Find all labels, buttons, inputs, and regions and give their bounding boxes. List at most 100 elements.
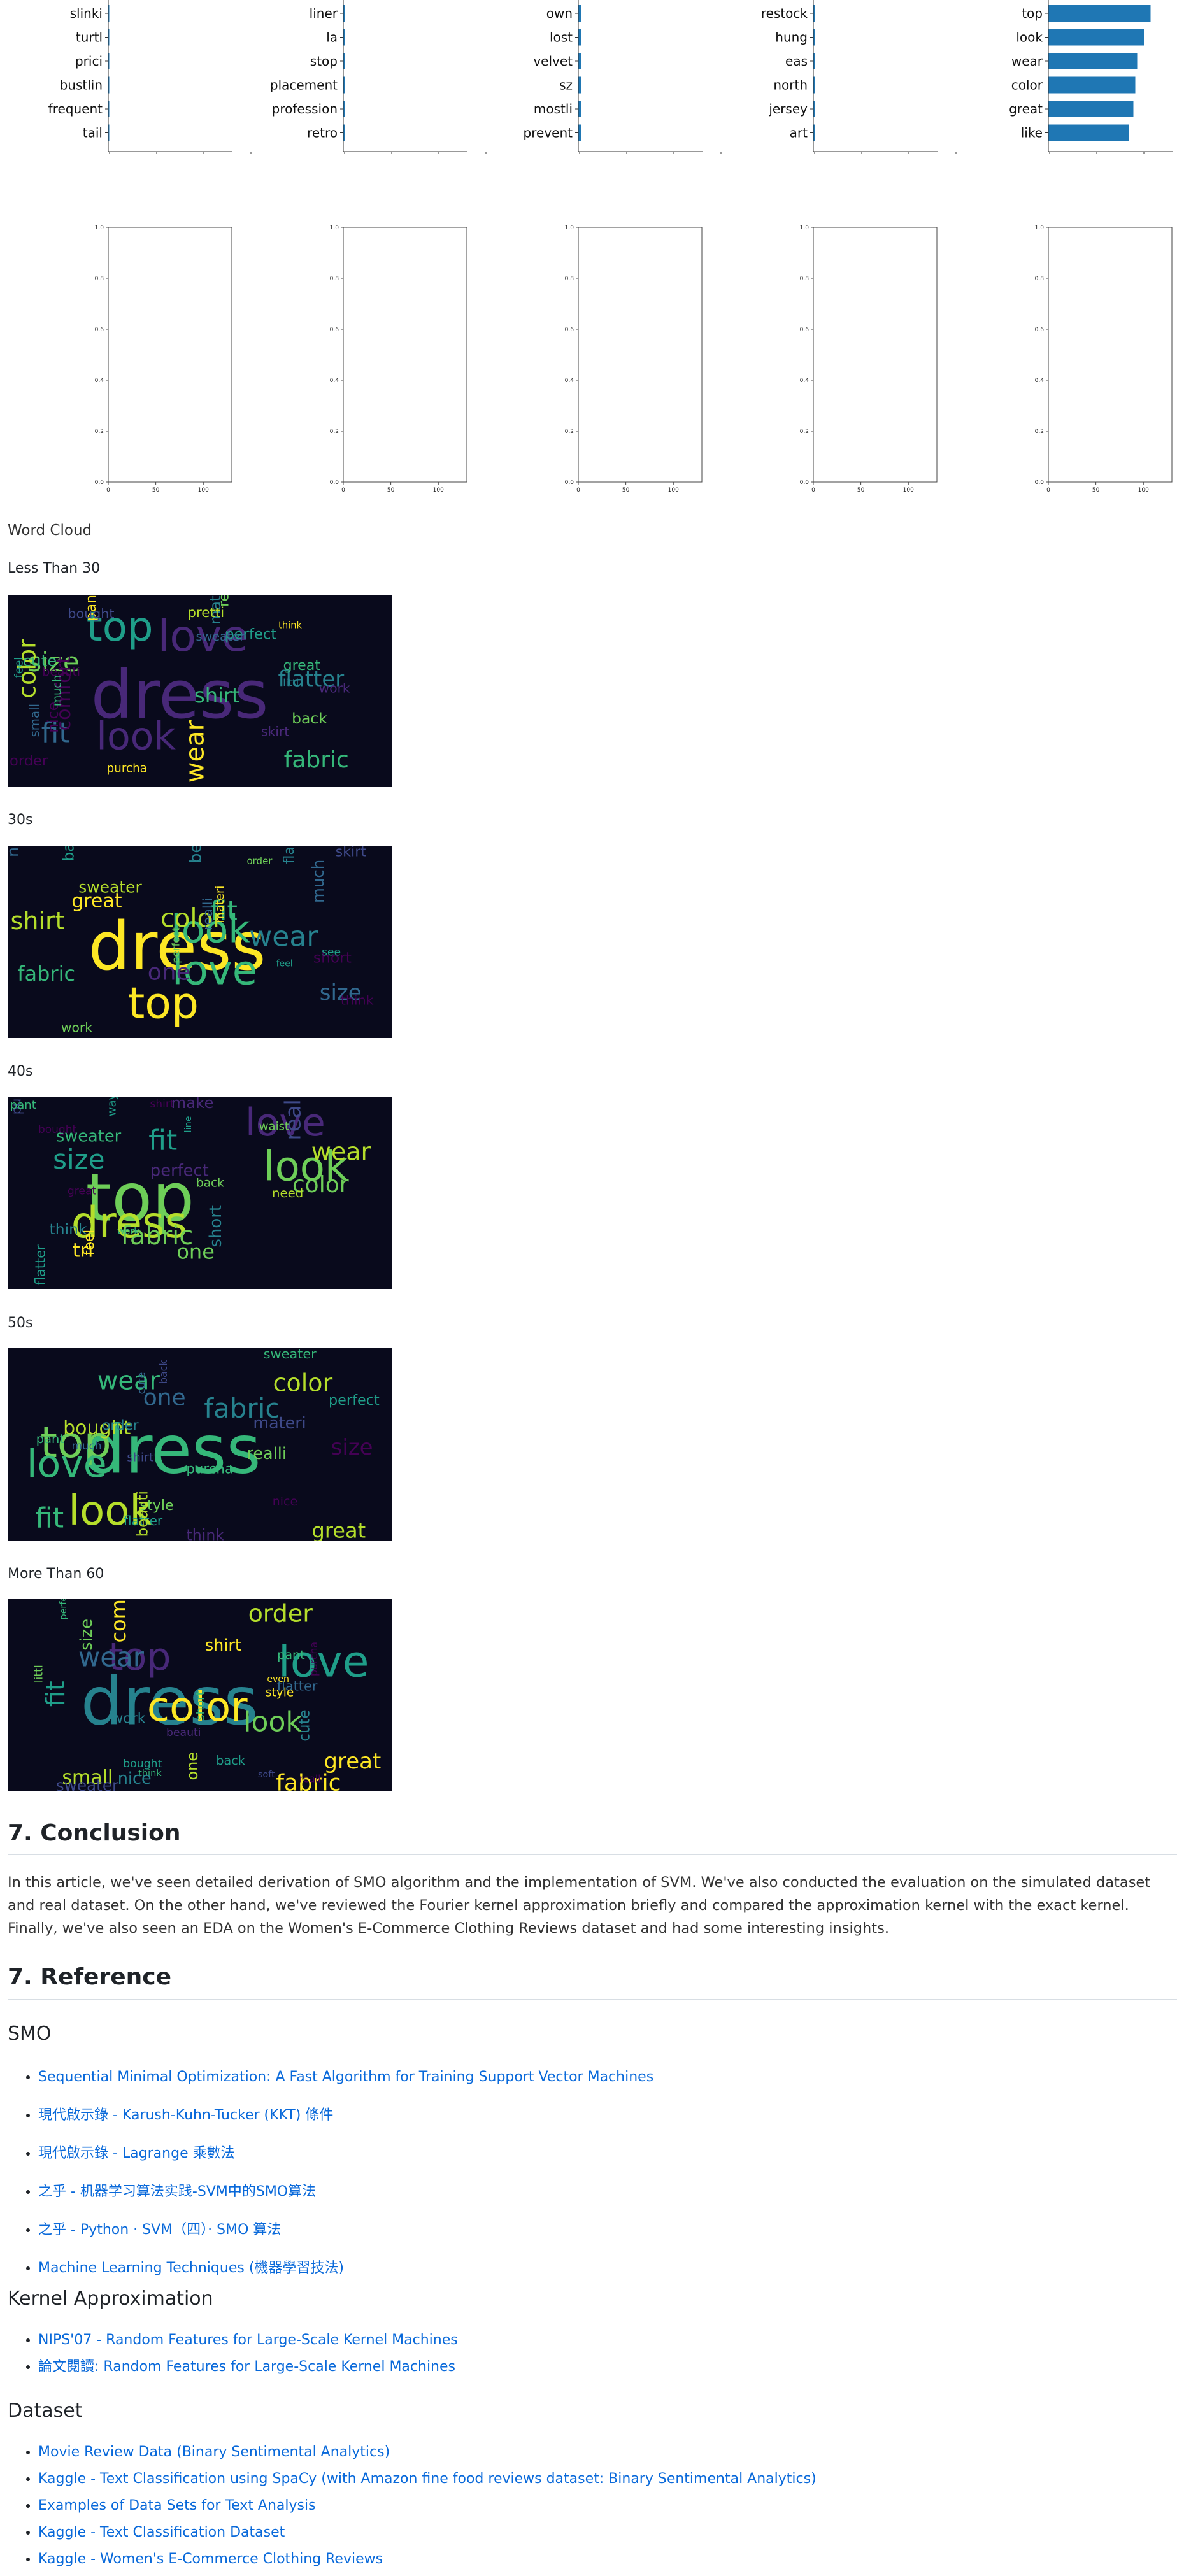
tick-label: tail bbox=[83, 125, 103, 141]
tick-label: 50 bbox=[622, 487, 630, 494]
reference-link[interactable]: Kaggle - Text Classification Dataset bbox=[38, 2524, 285, 2540]
tick-label: eas bbox=[785, 53, 808, 69]
word-cloud-word: make bbox=[171, 1097, 214, 1112]
tick-label: 0.0 bbox=[1035, 480, 1045, 486]
reference-group-title-dataset: Dataset bbox=[8, 2400, 83, 2422]
word-cloud-40s: top dress look love fit size fabric wear color re… bbox=[8, 1097, 392, 1289]
list-item: 論文閱讀: Random Features for Large-Scale Ke… bbox=[38, 2354, 458, 2380]
tick-label: 0.8 bbox=[800, 276, 810, 282]
tick-label: 100 bbox=[903, 487, 914, 494]
reference-link[interactable]: 論文閱讀: Random Features for Large-Scale Ke… bbox=[38, 2359, 455, 2375]
word-cloud-word: feel bbox=[82, 1230, 97, 1256]
word-cloud-word: think bbox=[341, 993, 374, 1008]
reference-link[interactable]: Machine Learning Techniques (機器學習技法) bbox=[38, 2260, 344, 2276]
word-cloud-word: much bbox=[309, 860, 327, 903]
reference-link[interactable]: 現代啟示錄 - Karush-Kuhn-Tucker (KKT) 條件 bbox=[38, 2107, 333, 2123]
word-cloud-word: comfort bbox=[106, 1599, 131, 1643]
conclusion-text: In this article, we've seen detailed der… bbox=[8, 1874, 1151, 1937]
list-item: Machine Learning Techniques (機器學習技法) bbox=[38, 2249, 653, 2288]
word-cloud-word: perfect bbox=[59, 1599, 69, 1620]
word-cloud-50s: dress top look love fit fabric wear color one siz… bbox=[8, 1348, 392, 1541]
tick-label: 0.2 bbox=[95, 429, 104, 435]
word-cloud-word: fabric bbox=[284, 747, 349, 773]
bar-chart-5: top look wear color great like bbox=[940, 0, 1173, 156]
tick-label: la bbox=[326, 30, 338, 45]
tick-label: 0.0 bbox=[330, 480, 339, 486]
tick-label: own bbox=[546, 6, 573, 21]
word-cloud-word: order bbox=[10, 753, 48, 769]
reference-link[interactable]: Examples of Data Sets for Text Analysis bbox=[38, 2498, 316, 2514]
tick-label: 0.2 bbox=[330, 429, 339, 435]
word-cloud-word: soft bbox=[258, 1769, 275, 1780]
bar-chart-4: restock hung eas north jersey art bbox=[705, 0, 957, 156]
tick-label: 0.4 bbox=[565, 378, 574, 384]
word-cloud-word: sweater bbox=[196, 629, 245, 644]
word-cloud-word: fit bbox=[35, 1502, 64, 1535]
tick-label: sz bbox=[559, 78, 573, 93]
reference-link[interactable]: 之乎 - Python · SVM（四）· SMO 算法 bbox=[38, 2222, 281, 2238]
tick-label: bustlin bbox=[60, 78, 103, 93]
list-item: Kaggle - Text Classification using SpaCy… bbox=[38, 2466, 817, 2493]
list-item: NIPS'07 - Random Features for Large-Scal… bbox=[38, 2327, 458, 2354]
word-cloud-word: think bbox=[278, 620, 302, 631]
tick-label: 0.8 bbox=[95, 276, 104, 282]
word-cloud-over-60: dress love color top look wear fit order fabric g… bbox=[8, 1599, 392, 1791]
bar bbox=[1048, 53, 1138, 69]
word-cloud-word: perfect bbox=[170, 927, 182, 963]
reference-link[interactable]: Movie Review Data (Binary Sentimental An… bbox=[38, 2444, 390, 2460]
bar bbox=[578, 124, 581, 141]
word-cloud-word: pant bbox=[10, 1099, 36, 1112]
list-item: Sequential Minimal Optimization: A Fast … bbox=[38, 2058, 653, 2096]
word-cloud-word: bought bbox=[38, 1123, 77, 1136]
tick-label: 0.6 bbox=[565, 327, 574, 333]
tick-label: profession bbox=[272, 101, 338, 117]
word-cloud-word: pant bbox=[36, 1432, 65, 1446]
tick-label: 1.0 bbox=[1035, 225, 1045, 231]
word-cloud-word: realli bbox=[281, 1097, 306, 1141]
word-cloud-label-under-30: Less Than 30 bbox=[8, 560, 101, 576]
tick-label: 100 bbox=[433, 487, 444, 494]
reference-link[interactable]: Sequential Minimal Optimization: A Fast … bbox=[38, 2069, 653, 2085]
word-cloud-word: cute bbox=[135, 1372, 147, 1395]
word-cloud-word: realli bbox=[246, 1444, 287, 1463]
reference-link[interactable]: Kaggle - Text Classification using SpaCy… bbox=[38, 2471, 817, 2487]
reference-link[interactable]: 之乎 - 机器学习算法实践-SVM中的SMO算法 bbox=[38, 2184, 316, 2200]
tick-label: 50 bbox=[152, 487, 160, 494]
word-cloud-word: sweater bbox=[264, 1348, 317, 1362]
tick-label: frequent bbox=[48, 101, 103, 117]
word-cloud-word: flatter bbox=[282, 846, 297, 864]
list-item: Movie Review Data (Binary Sentimental An… bbox=[38, 2439, 817, 2466]
reference-link[interactable]: Kaggle - Women's E-Commerce Clothing Rev… bbox=[38, 2551, 383, 2567]
word-cloud-word: beauti bbox=[135, 1491, 152, 1537]
word-cloud-word: waist bbox=[259, 1120, 289, 1134]
reference-link[interactable]: NIPS'07 - Random Features for Large-Scal… bbox=[38, 2332, 458, 2348]
word-cloud-word: size bbox=[53, 1144, 104, 1175]
tick-label: turtl bbox=[76, 30, 103, 45]
word-cloud-word: purcha bbox=[308, 1642, 320, 1676]
tick-label: jersey bbox=[768, 101, 808, 117]
plot-frame bbox=[578, 227, 703, 483]
reference-link[interactable]: 現代啟示錄 - Lagrange 乘數法 bbox=[38, 2145, 235, 2161]
list-item: 之乎 - 机器学习算法实践-SVM中的SMO算法 bbox=[38, 2173, 653, 2211]
tick-label: like bbox=[1021, 125, 1043, 141]
word-cloud-word: materi bbox=[213, 886, 227, 923]
tick-label: 0.4 bbox=[800, 378, 810, 384]
tick-label: mostli bbox=[534, 101, 573, 117]
tick-label: 0.4 bbox=[1035, 378, 1045, 384]
tick-label: 0.2 bbox=[1035, 429, 1044, 435]
word-cloud-word: order bbox=[248, 1600, 313, 1628]
bar bbox=[1048, 124, 1129, 141]
plot-frame bbox=[813, 227, 938, 483]
bar-chart-2: liner la stop placement profession retro bbox=[235, 0, 487, 156]
tick-label: 1.0 bbox=[95, 225, 104, 231]
list-item: Kaggle - Text Classification Dataset bbox=[38, 2519, 817, 2546]
bar bbox=[1048, 76, 1136, 94]
word-cloud-word: materi bbox=[253, 1413, 306, 1432]
tick-label: 0 bbox=[576, 487, 580, 494]
word-cloud-word: size bbox=[77, 1619, 96, 1651]
word-cloud-word: pretti bbox=[187, 605, 224, 621]
word-cloud-word: great bbox=[324, 1749, 381, 1774]
word-cloud-word: back bbox=[292, 709, 327, 727]
tick-label: 0.0 bbox=[565, 480, 574, 486]
word-cloud-word: great bbox=[68, 1185, 97, 1197]
